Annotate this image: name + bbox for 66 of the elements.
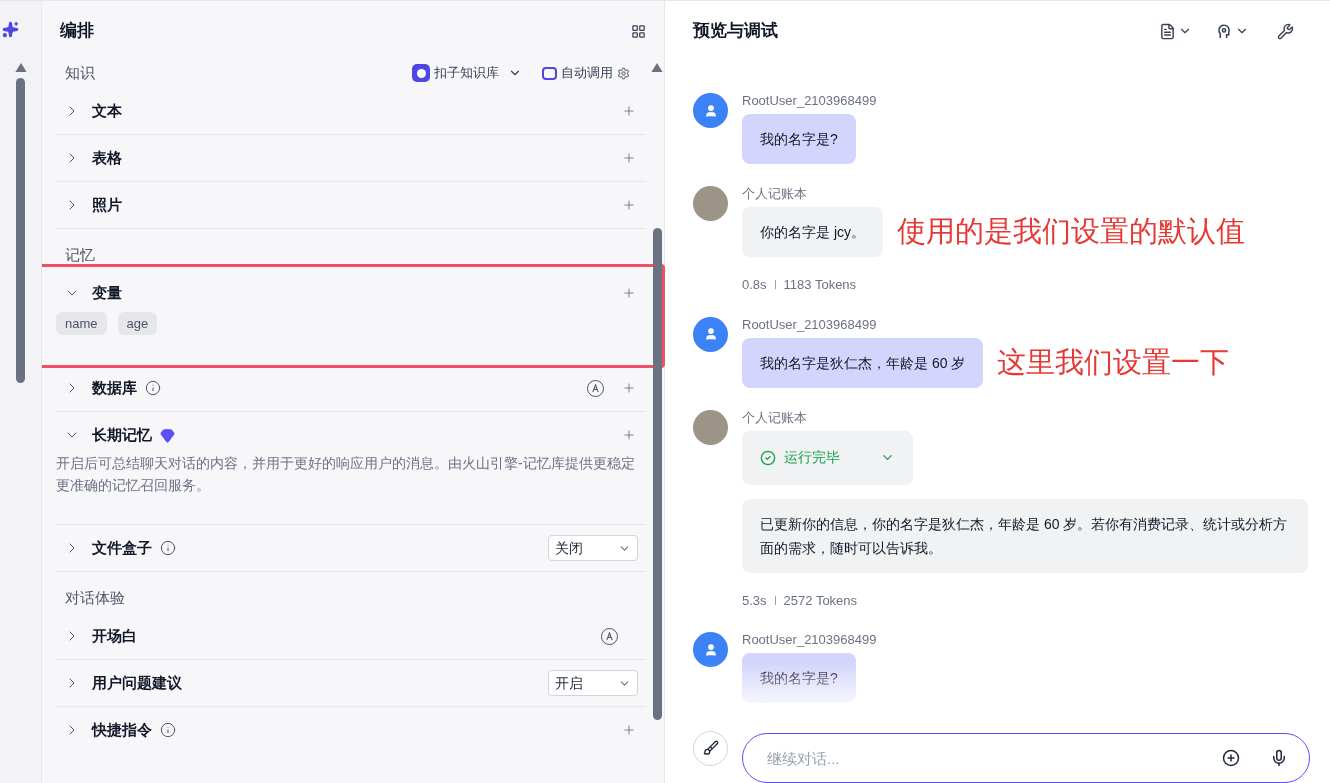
section-title: 快捷指令 — [92, 719, 152, 740]
response-time: 0.8s — [742, 276, 767, 294]
sender-name: RootUser_2103968499 — [742, 632, 877, 648]
section-title: 文本 — [92, 100, 122, 121]
head-icon — [1216, 22, 1233, 40]
document-icon — [1159, 22, 1176, 40]
info-icon[interactable] — [145, 380, 161, 396]
layout-grid-icon[interactable] — [631, 23, 646, 39]
section-title: 长期记忆 — [92, 424, 152, 445]
scrollbar-thumb[interactable] — [652, 228, 662, 720]
section-title: 数据库 — [92, 377, 137, 398]
scroll-up-arrow-icon[interactable] — [14, 63, 27, 72]
message-bubble: 你的名字是 jcy。 — [742, 207, 883, 257]
sparkle-icon[interactable] — [2, 21, 19, 38]
user-avatar — [693, 93, 728, 128]
panel-title: 预览与调试 — [693, 20, 778, 43]
sender-name: 个人记账本 — [742, 186, 807, 202]
message-bubble: 已更新你的信息，你的名字是狄仁杰，年龄是 60 岁。若你有消费记录、统计或分析方面的需求，随时可以告诉我。 — [742, 498, 1308, 573]
select-dropdown[interactable]: 关闭 — [548, 535, 638, 561]
user-avatar — [693, 632, 728, 667]
sender-name: RootUser_2103968499 — [742, 316, 877, 333]
section-title: 变量 — [92, 282, 122, 303]
microphone-icon[interactable] — [1270, 749, 1288, 767]
bot-logo-icon — [412, 64, 430, 82]
user-avatar — [693, 316, 728, 352]
wrench-icon[interactable] — [1277, 22, 1294, 40]
annotation-text: 这里我们设置一下 — [997, 344, 1230, 380]
message-bubble: 我的名字是? — [742, 653, 856, 703]
photo-placeholder — [693, 409, 728, 445]
add-circle-icon[interactable] — [1222, 749, 1240, 767]
voice-dropdown[interactable] — [1216, 22, 1249, 40]
section-title: 用户问题建议 — [92, 672, 182, 693]
sender-name: RootUser_2103968499 — [742, 93, 877, 109]
section-title: 表格 — [92, 147, 122, 168]
token-count: 2572 Tokens — [783, 591, 858, 610]
variable-tag[interactable]: name — [56, 312, 107, 335]
document-dropdown[interactable] — [1159, 22, 1192, 40]
sender-name: 个人记账本 — [742, 409, 807, 426]
brush-icon — [702, 740, 719, 756]
scrollbar-thumb[interactable] — [16, 78, 25, 383]
info-icon[interactable] — [160, 540, 176, 556]
status-text: 运行完毕 — [784, 448, 840, 467]
auto-call-button[interactable]: 自动调用 — [542, 63, 630, 83]
group-label: 记忆 — [65, 244, 95, 265]
panel-title: 编排 — [60, 20, 94, 43]
group-label: 知识 — [65, 62, 95, 83]
settings-icon — [617, 66, 630, 80]
response-time: 5.3s — [742, 591, 767, 610]
select-dropdown[interactable]: 开启 — [548, 670, 638, 696]
section-title: 开场白 — [92, 625, 137, 646]
annotation-text: 使用的是我们设置的默认值 — [897, 214, 1245, 250]
scroll-up-arrow-icon[interactable] — [651, 63, 663, 72]
group-label: 对话体验 — [65, 587, 125, 608]
section-description: 开启后可总结聊天对话的内容，并用于更好的响应用户的消息。由火山引擎-记忆库提供更稳定更准确的记忆召回服务。 — [56, 454, 636, 495]
chat-input[interactable]: 继续对话... — [742, 733, 1310, 783]
section-title: 文件盒子 — [92, 537, 152, 558]
variable-tag[interactable]: age — [117, 312, 158, 335]
robot-icon — [542, 66, 557, 80]
section-title: 照片 — [92, 194, 122, 215]
token-count: 1183 Tokens — [783, 276, 857, 294]
info-icon[interactable] — [160, 722, 176, 738]
message-bubble: 我的名字是狄仁杰，年龄是 60 岁 — [742, 337, 984, 388]
check-circle-icon — [760, 449, 776, 466]
message-bubble: 我的名字是? — [742, 114, 856, 164]
knowledge-source-dropdown[interactable]: 扣子知识库 — [412, 63, 522, 83]
photo-placeholder — [693, 186, 728, 221]
